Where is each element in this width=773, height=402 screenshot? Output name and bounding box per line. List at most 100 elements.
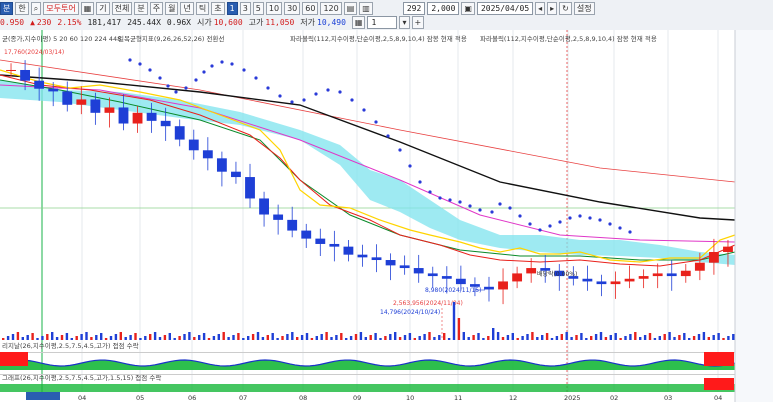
candle-body	[20, 69, 31, 81]
candle-body	[484, 286, 494, 290]
candle-body	[723, 246, 733, 252]
psar-dot	[578, 214, 582, 218]
candle-body	[357, 254, 368, 258]
volume-bar	[580, 333, 583, 340]
add-icon[interactable]: +	[411, 15, 425, 29]
volume-bar	[379, 338, 382, 340]
candle-body	[202, 150, 213, 159]
psar-dot	[220, 60, 224, 64]
tab-one[interactable]: 분	[0, 1, 14, 15]
page-select[interactable]: 1	[367, 15, 398, 29]
period-1[interactable]: 1	[226, 1, 238, 15]
settings-button[interactable]: 설정	[573, 1, 595, 15]
x-tick-label: 04	[714, 394, 722, 402]
unit-3[interactable]: 월	[165, 1, 179, 15]
volume-bar	[673, 337, 676, 340]
legend-ma: 균(종가,지수이평) 5 20 60 120 224 448	[2, 34, 121, 43]
volume-bar	[702, 332, 706, 340]
volume-bar	[663, 334, 666, 340]
x-tick-label: 2025	[564, 394, 581, 402]
volume-peak2-label: 14,796(2024/10/24)	[380, 309, 440, 316]
volume-bar	[511, 333, 514, 340]
volume-bar	[413, 338, 416, 340]
psar-dot	[458, 200, 462, 204]
stock-name[interactable]: 모두투어	[43, 1, 79, 15]
volume-bar	[247, 336, 250, 340]
amount: 245.44X	[127, 17, 161, 27]
volume-bar	[26, 335, 29, 340]
refresh-icon[interactable]: ↻	[559, 1, 572, 15]
volume-bar	[423, 334, 426, 340]
search-icon[interactable]: ⌕	[30, 1, 42, 15]
date-input[interactable]: 2025/04/05	[476, 1, 534, 15]
psar-dot	[558, 220, 562, 224]
period-3[interactable]: 3	[239, 1, 251, 15]
volume-bar	[65, 333, 69, 340]
grid-toggle-icon[interactable]: ▤	[343, 1, 358, 15]
period-5[interactable]: 5	[252, 1, 264, 15]
candle-body	[582, 278, 593, 282]
count-input[interactable]: 292	[402, 1, 426, 15]
candle-body	[174, 126, 185, 140]
volume-bar	[472, 335, 475, 340]
period-30[interactable]: 30	[284, 1, 301, 15]
x-tick-label: 10	[406, 394, 414, 402]
volume-bar	[692, 336, 696, 340]
volume-bar	[178, 336, 181, 340]
bar-icon[interactable]: ▥	[359, 1, 373, 15]
dropdown-icon[interactable]: ▾	[399, 15, 410, 29]
volume-bar	[2, 338, 5, 340]
unit-5[interactable]: 틱	[195, 1, 210, 15]
candle-body	[329, 243, 340, 247]
toolbar-row-1: 분 한 ⌕ 모두투어 ▦ 기 전체 분 주 월 년 틱 초 1 3 5 10 3…	[0, 1, 597, 15]
unit-1[interactable]: 분	[134, 1, 148, 15]
volume-bar	[207, 338, 211, 340]
volume-bar	[340, 333, 343, 340]
volume-bar	[163, 335, 167, 340]
volume-bar	[21, 337, 24, 340]
candle-body	[652, 273, 663, 277]
psar-dot	[166, 84, 170, 88]
next-icon[interactable]: ▸	[547, 1, 558, 15]
period-60[interactable]: 60	[302, 1, 319, 15]
open-label: 시가	[197, 17, 212, 27]
dividend-label: 배당락(0.00%)	[537, 270, 577, 278]
oscillator-2-hot	[704, 378, 734, 390]
volume-bar	[51, 332, 54, 340]
volume-bar	[305, 333, 309, 340]
psar-dot	[210, 64, 214, 68]
volume-bar	[369, 335, 372, 340]
volume-bar	[722, 338, 725, 340]
psar-dot	[254, 76, 258, 80]
unit-6[interactable]: 초	[211, 1, 225, 15]
zoom-input[interactable]: 2,000	[427, 1, 460, 15]
volume-bar	[227, 337, 230, 340]
stock-chart[interactable]: 04 05 06 07 08 09 10 11 12 2025 02 03 04 균(종가,지수이평) 5…	[0, 30, 773, 402]
period-10[interactable]: 10	[265, 1, 283, 15]
calendar-icon[interactable]: ▣	[461, 1, 475, 15]
period-120[interactable]: 120	[320, 1, 342, 15]
volume-bar	[501, 337, 505, 340]
btn-gi[interactable]: 기	[96, 1, 110, 15]
layout-icon[interactable]: ▦	[351, 15, 366, 29]
volume-bar	[712, 335, 715, 340]
prev-icon[interactable]: ◂	[535, 1, 546, 15]
psar-dot	[278, 94, 282, 98]
volume-bar	[139, 338, 142, 340]
volume: 181,417	[87, 17, 122, 27]
volume-bar	[60, 335, 64, 340]
change-pct: 2.15%	[57, 17, 82, 27]
volume-bar	[217, 334, 220, 340]
unit-4[interactable]: 년	[180, 1, 194, 15]
unit-2[interactable]: 주	[149, 1, 164, 15]
candle-body	[385, 260, 396, 266]
candle-body	[6, 69, 16, 71]
grid-icon[interactable]: ▦	[80, 1, 95, 15]
volume-bar	[683, 333, 686, 340]
btn-all[interactable]: 전체	[111, 1, 133, 15]
volume-bar	[232, 335, 235, 340]
psar-dot	[490, 210, 494, 214]
code-prefix[interactable]: 한	[15, 1, 29, 15]
volume-bar	[266, 335, 269, 340]
psar-dot	[528, 222, 532, 226]
